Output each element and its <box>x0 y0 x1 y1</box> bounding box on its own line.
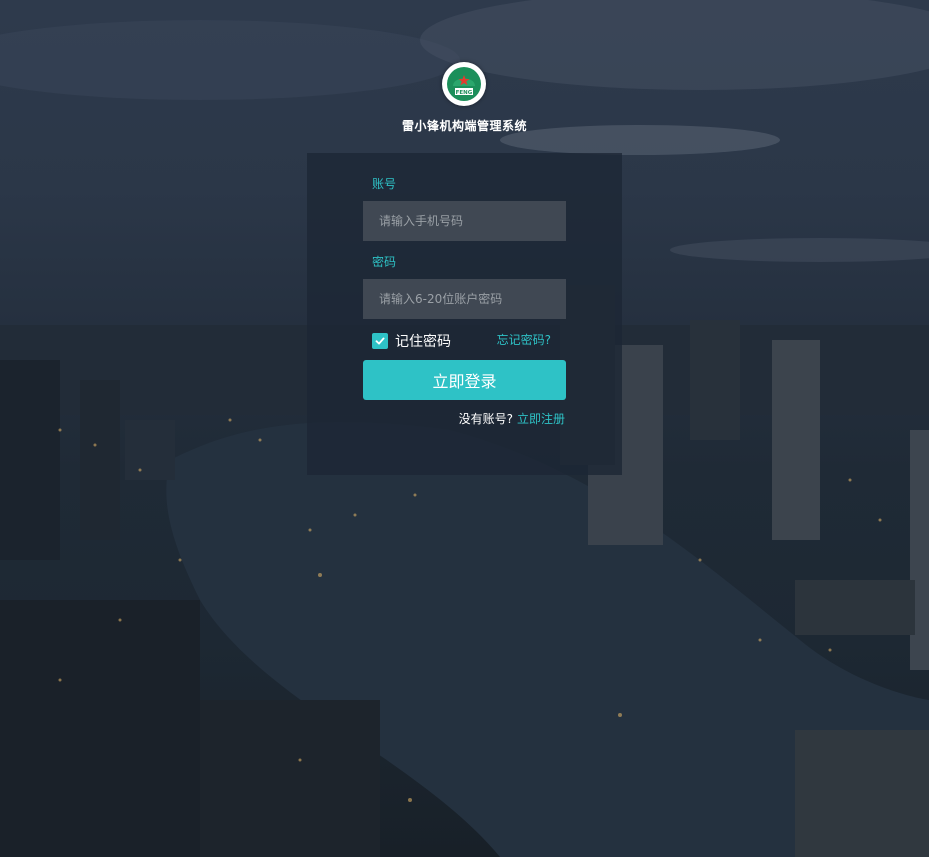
register-link[interactable]: 立即注册 <box>517 412 565 426</box>
password-input[interactable] <box>363 279 566 319</box>
account-input[interactable] <box>363 201 566 241</box>
password-label: 密码 <box>372 255 397 269</box>
remember-password[interactable]: 记住密码 <box>372 332 451 350</box>
check-icon <box>375 337 385 345</box>
logo-badge-icon: FENG <box>447 67 481 101</box>
remember-label: 记住密码 <box>395 334 451 350</box>
login-page: FENG 雷小锋机构端管理系统 账号 密码 记住密码 忘记密码? 立即登录 没有… <box>0 0 929 857</box>
remember-checkbox[interactable] <box>372 333 388 349</box>
app-title: 雷小锋机构端管理系统 <box>401 119 527 133</box>
account-label: 账号 <box>372 177 397 191</box>
lei-feng-logo-icon: FENG <box>442 62 486 106</box>
login-button[interactable]: 立即登录 <box>363 360 566 400</box>
forgot-password-link[interactable]: 忘记密码? <box>497 332 551 348</box>
register-row: 没有账号? 立即注册 <box>459 410 565 427</box>
no-account-text: 没有账号? <box>458 412 513 426</box>
logo-text: FENG <box>456 90 473 96</box>
